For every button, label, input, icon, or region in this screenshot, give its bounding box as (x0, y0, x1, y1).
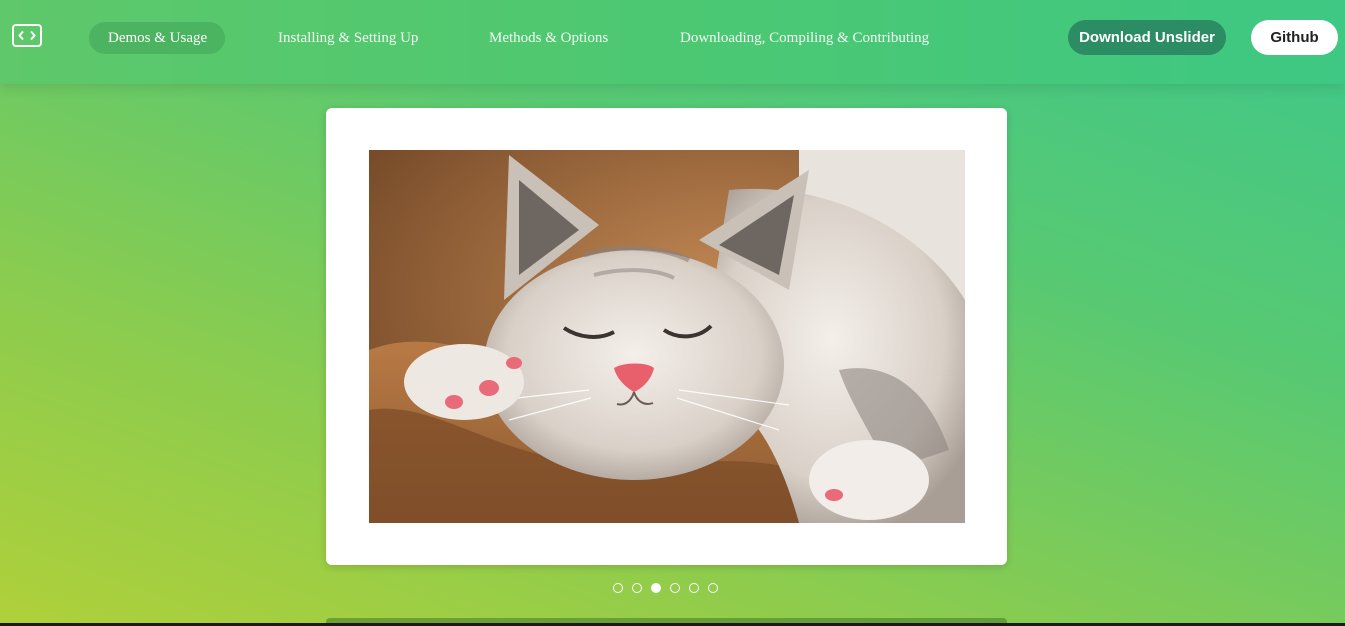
download-unslider-button[interactable]: Download Unslider (1068, 20, 1226, 55)
nav-methods-options[interactable]: Methods & Options (489, 22, 608, 54)
nav-installing-setting-up[interactable]: Installing & Setting Up (278, 22, 418, 54)
code-brackets-icon[interactable] (12, 24, 42, 47)
github-button[interactable]: Github (1251, 20, 1338, 55)
slide-dot-4[interactable] (670, 583, 680, 593)
slide-dot-5[interactable] (689, 583, 699, 593)
slide-dot-6[interactable] (708, 583, 718, 593)
kitten-photo (369, 150, 965, 523)
slide-dot-2[interactable] (632, 583, 642, 593)
slide-dot-3[interactable] (651, 583, 661, 593)
slider-card (326, 108, 1007, 565)
slide-dot-1[interactable] (613, 583, 623, 593)
nav-downloading-compiling-contributing[interactable]: Downloading, Compiling & Contributing (680, 22, 929, 54)
nav-demos-usage[interactable]: Demos & Usage (89, 22, 225, 54)
top-navigation: Demos & Usage Installing & Setting Up Me… (0, 0, 1345, 84)
